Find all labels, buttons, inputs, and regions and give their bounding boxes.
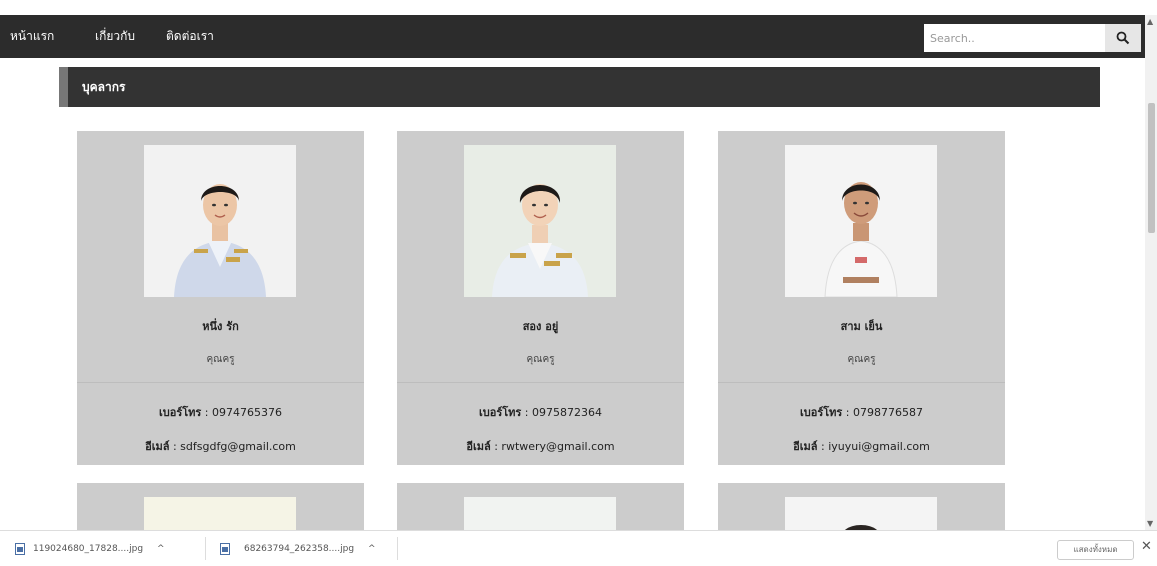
email-value: : rwtwery@gmail.com: [490, 440, 615, 453]
email-value: : sdfsgdfg@gmail.com: [169, 440, 296, 453]
staff-email: อีเมล์ : iyuyui@gmail.com: [718, 437, 1005, 455]
email-label: อีเมล์: [145, 440, 170, 453]
image-file-icon: [220, 542, 230, 555]
staff-card: สาม เย็น คุณครู เบอร์โทร : 0798776587 อี…: [718, 131, 1005, 465]
nav-link-about[interactable]: เกี่ยวกับ: [95, 15, 135, 58]
search-input[interactable]: [924, 24, 1105, 52]
download-bar: 119024680_17828....jpg ^ 68263794_262358…: [0, 530, 1157, 566]
staff-photo-partial: [144, 497, 296, 530]
top-navbar: หน้าแรก เกี่ยวกับ ติดต่อเรา: [0, 15, 1145, 58]
phone-label: เบอร์โทร: [158, 406, 202, 419]
staff-role: คุณครู: [847, 354, 876, 365]
staff-name: สาม เย็น: [840, 320, 883, 333]
email-label: อีเมล์: [793, 440, 818, 453]
download-item[interactable]: 119024680_17828....jpg ^: [15, 531, 165, 566]
staff-role: คุณครู: [206, 354, 235, 365]
image-file-icon: [15, 542, 25, 555]
nav-link-home[interactable]: หน้าแรก: [10, 15, 54, 58]
staff-role: คุณครู: [526, 354, 555, 365]
staff-card: สอง อยู่ คุณครู เบอร์โทร : 0975872364 อี…: [397, 131, 684, 465]
email-label: อีเมล์: [466, 440, 491, 453]
chevron-up-icon[interactable]: ^: [368, 544, 376, 554]
staff-card: หนึ่ง รัก คุณครู เบอร์โทร : 0974765376 อ…: [77, 131, 364, 465]
staff-photo: [144, 145, 296, 297]
chevron-up-icon[interactable]: ^: [157, 544, 165, 554]
scroll-down-icon[interactable]: ▼: [1147, 519, 1153, 528]
card-divider: [77, 382, 364, 383]
phone-value: : 0975872364: [521, 406, 602, 419]
download-separator: [397, 537, 398, 560]
phone-value: : 0798776587: [842, 406, 923, 419]
show-all-downloads-button[interactable]: แสดงทั้งหมด: [1057, 540, 1134, 560]
download-filename: 68263794_262358....jpg: [244, 543, 355, 554]
vertical-scrollbar[interactable]: ▲ ▼: [1145, 15, 1157, 530]
scroll-up-icon[interactable]: ▲: [1147, 17, 1153, 26]
close-icon[interactable]: ✕: [1141, 539, 1152, 554]
staff-phone: เบอร์โทร : 0974765376: [77, 403, 364, 421]
search-icon: [1116, 31, 1130, 45]
staff-phone: เบอร์โทร : 0975872364: [397, 403, 684, 421]
section-title: บุคลากร: [82, 80, 126, 94]
staff-email: อีเมล์ : rwtwery@gmail.com: [397, 437, 684, 455]
phone-label: เบอร์โทร: [799, 406, 843, 419]
staff-card-partial: [397, 483, 684, 530]
card-divider: [397, 382, 684, 383]
scrollbar-thumb[interactable]: [1148, 103, 1155, 233]
section-accent-bar: [59, 67, 68, 107]
staff-photo: [464, 145, 616, 297]
staff-email: อีเมล์ : sdfsgdfg@gmail.com: [77, 437, 364, 455]
search-button[interactable]: [1105, 24, 1141, 52]
card-divider: [718, 382, 1005, 383]
phone-value: : 0974765376: [201, 406, 282, 419]
section-header: บุคลากร: [59, 67, 1100, 107]
staff-photo: [785, 145, 937, 297]
staff-name: หนึ่ง รัก: [202, 320, 239, 333]
download-separator: [205, 537, 206, 560]
download-item[interactable]: 68263794_262358....jpg ^: [220, 531, 376, 566]
staff-name: สอง อยู่: [522, 320, 559, 333]
nav-link-contact[interactable]: ติดต่อเรา: [166, 15, 214, 58]
staff-photo-partial: [464, 497, 616, 530]
staff-phone: เบอร์โทร : 0798776587: [718, 403, 1005, 421]
email-value: : iyuyui@gmail.com: [817, 440, 930, 453]
staff-card-partial: [718, 483, 1005, 530]
staff-card-partial: [77, 483, 364, 530]
staff-photo-partial: [785, 497, 937, 530]
download-filename: 119024680_17828....jpg: [33, 543, 144, 554]
phone-label: เบอร์โทร: [478, 406, 522, 419]
